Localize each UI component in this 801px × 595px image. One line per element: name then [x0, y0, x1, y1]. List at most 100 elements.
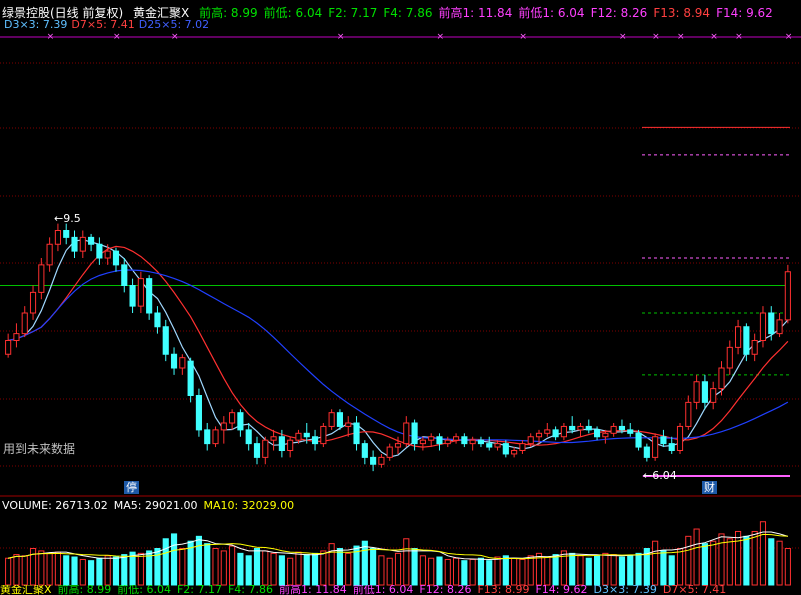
footer-item-0: 黄金汇聚X [0, 585, 52, 595]
candle-body-5 [46, 243, 53, 266]
candle-body-85 [710, 388, 717, 403]
header-item-8: F14: 9.62 [716, 6, 773, 20]
candle-body-91 [759, 312, 767, 341]
marker-x-4: × [436, 32, 444, 42]
volume-bars [5, 521, 791, 586]
volume-bar-9 [79, 558, 86, 586]
candle-body-46 [386, 446, 393, 458]
candle-body-43 [361, 443, 368, 458]
candle-body-41 [345, 422, 352, 427]
marker-x-5: × [519, 32, 527, 42]
candle-body-56 [469, 439, 476, 445]
candle-body-64 [535, 432, 543, 438]
volume-bar-66 [552, 554, 559, 586]
volume-bar-86 [718, 533, 725, 586]
volume-bar-30 [253, 548, 261, 586]
footer-item-8: F13: 8.99 [477, 585, 530, 595]
volume-bar-29 [245, 555, 252, 586]
volume-bar-46 [386, 557, 393, 586]
volume-bar-25 [212, 548, 219, 586]
candle-body-26 [220, 422, 227, 431]
candle-body-15 [129, 285, 136, 307]
volume-bar-37 [311, 552, 319, 586]
candle-body-9 [79, 236, 86, 252]
volume-bar-24 [204, 543, 211, 586]
volume-bar-84 [701, 543, 708, 586]
volume-bar-91 [759, 521, 767, 586]
candle-body-69 [577, 425, 584, 431]
volume-bar-33 [278, 555, 285, 586]
candle-body-10 [88, 236, 95, 245]
candle-body-42 [353, 422, 360, 445]
ma-legend-item-0: D3×3: 7.39 [4, 18, 68, 31]
footer-indicator-bar: 黄金汇聚X 前高: 8.99 前低: 6.04 F2: 7.17 F4: 7.86 前高1… [0, 585, 801, 595]
volume-bar-14 [121, 554, 128, 586]
volume-bar-44 [370, 548, 377, 586]
candle-body-30 [253, 443, 261, 458]
marker-x-9: × [710, 32, 718, 42]
volume-bar-58 [486, 560, 493, 586]
marker-x-1: × [113, 32, 121, 42]
footer-item-1: 前高: 8.99 [57, 585, 112, 595]
volume-bar-47 [394, 552, 402, 586]
volume-bar-12 [104, 555, 111, 586]
volume-bar-65 [544, 556, 551, 586]
candle-body-80 [668, 443, 675, 451]
volume-bar-87 [726, 538, 733, 586]
volume-bar-55 [461, 560, 468, 586]
candle-body-22 [187, 360, 194, 396]
candle-body-94 [784, 271, 791, 321]
footer-item-9: F14: 9.62 [535, 585, 588, 595]
candles [5, 223, 791, 472]
volume-bar-61 [511, 557, 518, 586]
volume-bar-74 [618, 556, 626, 586]
candle-body-16 [137, 278, 144, 307]
candle-body-76 [635, 432, 642, 448]
candle-body-37 [311, 436, 319, 445]
volume-header: VOLUME: 26713.02 MA5: 29021.00 MA10: 32029… [2, 499, 300, 512]
volume-bar-28 [237, 552, 244, 586]
candle-body-24 [204, 429, 211, 445]
candle-body-71 [594, 429, 601, 438]
candle-body-52 [436, 436, 443, 445]
volume-bar-92 [768, 538, 775, 586]
volume-bar-36 [303, 554, 310, 586]
candle-body-13 [112, 250, 120, 266]
candle-body-92 [768, 312, 775, 335]
volume-bar-32 [270, 552, 277, 586]
volume-bar-85 [710, 540, 717, 586]
candle-body-81 [676, 425, 684, 451]
grid-lines [0, 36, 801, 549]
candle-body-58 [486, 443, 493, 448]
suspend-tag[interactable]: 停 [124, 481, 139, 494]
volume-bar-62 [519, 558, 526, 586]
header-item-2: F2: 7.17 [328, 6, 378, 20]
candle-body-33 [278, 436, 285, 451]
future-data-note: 用到未来数据 [3, 442, 76, 456]
high-label: ←9.5 [54, 212, 81, 225]
candle-body-93 [776, 319, 783, 335]
footer-item-11: D7×5: 7.41 [662, 585, 727, 595]
candle-body-66 [552, 429, 559, 438]
volume-bar-23 [195, 535, 202, 586]
volume-bar-0 [5, 557, 12, 586]
volume-bar-1 [13, 554, 20, 586]
candle-body-78 [652, 436, 659, 458]
candle-body-70 [585, 425, 592, 431]
candle-body-49 [411, 422, 418, 445]
marker-x-7: × [652, 32, 660, 42]
candle-body-14 [121, 264, 128, 286]
ma-legend-item-2: D25×5: 7.02 [138, 18, 210, 31]
volume-bar-5 [46, 552, 53, 586]
marker-x-6: × [619, 32, 627, 42]
volume-bar-4 [38, 550, 45, 586]
candle-body-74 [618, 425, 626, 431]
volume-bar-51 [428, 557, 435, 586]
candle-body-83 [693, 381, 700, 403]
volume-bar-78 [652, 540, 659, 586]
volume-bar-52 [436, 556, 443, 586]
volume-bar-80 [668, 555, 675, 586]
candle-body-60 [502, 443, 509, 455]
finance-tag[interactable]: 财 [702, 481, 717, 494]
volume-bar-2 [21, 555, 28, 586]
